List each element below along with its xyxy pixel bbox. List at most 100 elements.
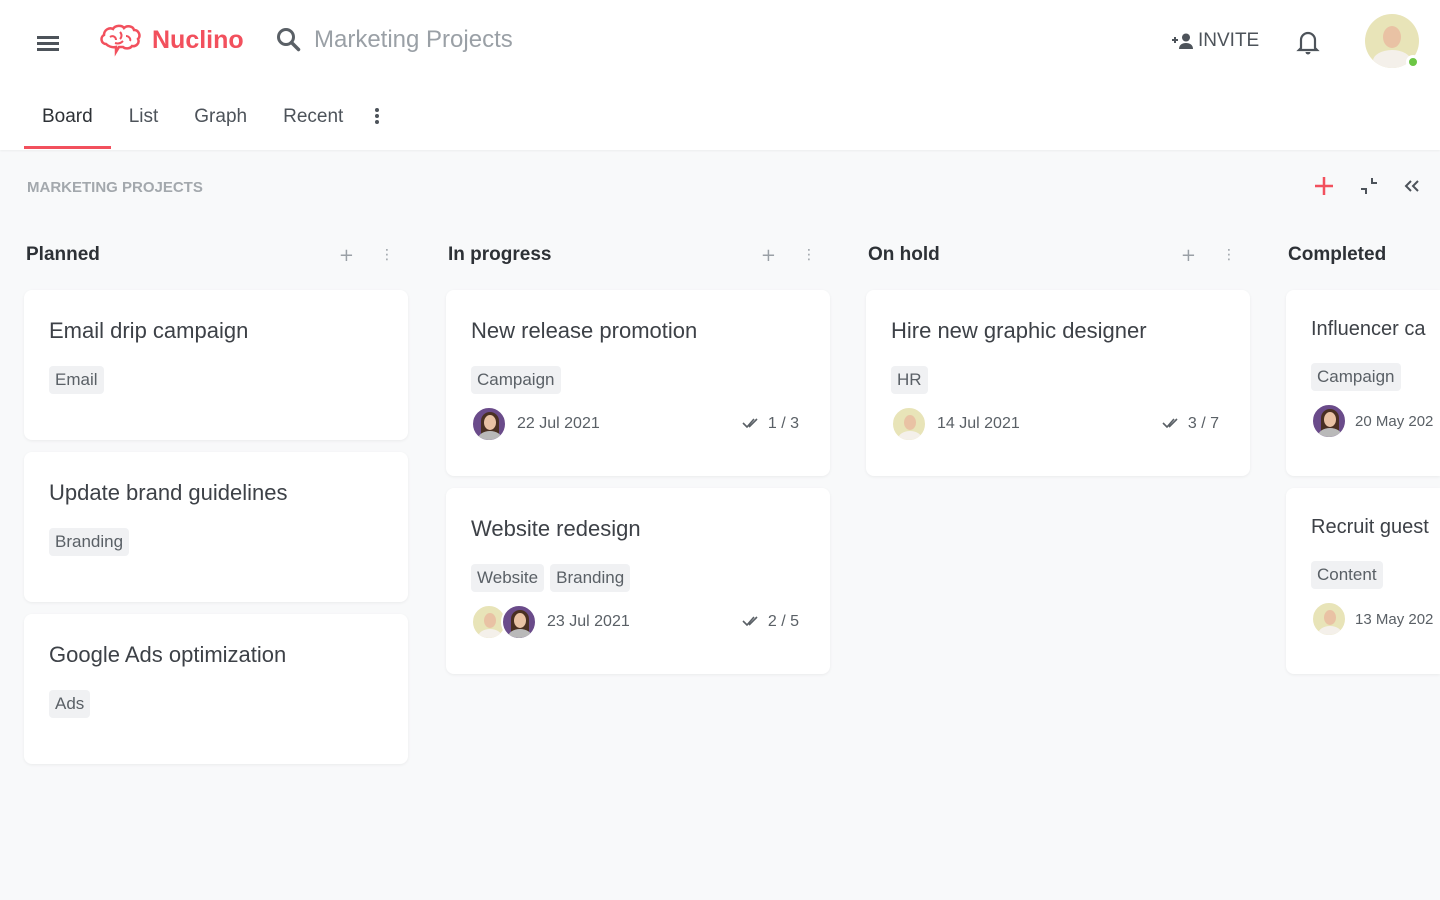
column-title: In progress — [448, 244, 552, 265]
board-column: Planned + ⋮ Email drip campaign Email Update … — [24, 240, 408, 776]
task-count: 3 / 7 — [1187, 415, 1219, 432]
tab-board[interactable]: Board — [24, 100, 111, 149]
due-date: 20 May 202 — [1355, 412, 1434, 430]
card[interactable]: Recruit guest Content 13 May 202 — [1286, 488, 1440, 674]
chevrons-left-icon[interactable] — [1404, 179, 1420, 193]
card[interactable]: Google Ads optimization Ads — [24, 614, 408, 764]
card[interactable]: Influencer ca Campaign 20 May 202 — [1286, 290, 1440, 476]
card-tags: Campaign — [471, 366, 805, 394]
tag[interactable]: Branding — [550, 564, 631, 592]
body — [478, 431, 502, 440]
board-toolbar — [1314, 176, 1420, 196]
column-header: On hold + ⋮ — [866, 240, 1250, 270]
more-tabs-icon[interactable] — [361, 100, 393, 149]
column-header: Completed — [1286, 240, 1440, 270]
column-menu-icon[interactable]: ⋮ — [802, 247, 816, 263]
card-meta: 23 Jul 2021 2 / 5 — [471, 604, 805, 640]
board-column: On hold + ⋮ Hire new graphic designer HR 14 J… — [866, 240, 1250, 488]
due-date: 22 Jul 2021 — [517, 415, 600, 432]
column-title: On hold — [868, 244, 940, 265]
card-tags: Website Branding — [471, 564, 805, 592]
card-tags: Email — [49, 366, 383, 394]
face — [514, 613, 526, 628]
tag[interactable]: Ads — [49, 690, 91, 718]
body — [508, 629, 532, 638]
task-progress: 2 / 5 — [742, 613, 799, 631]
card-title: Recruit guest — [1311, 516, 1429, 538]
due-date: 14 Jul 2021 — [937, 415, 1020, 432]
tag[interactable]: Branding — [49, 528, 130, 556]
tag[interactable]: Campaign — [1311, 363, 1401, 391]
assignee-avatar[interactable] — [1311, 403, 1347, 439]
card-tags: Branding — [49, 528, 383, 556]
card-meta: 14 Jul 2021 3 / 7 — [891, 406, 1225, 442]
card-tags: HR — [891, 366, 1225, 394]
body — [478, 629, 502, 638]
assignee-avatar[interactable] — [891, 406, 927, 442]
card[interactable]: Website redesign Website Branding 23 Jul 20… — [446, 488, 830, 674]
add-card-icon[interactable]: + — [1181, 245, 1196, 266]
breadcrumb[interactable]: MARKETING PROJECTS — [27, 179, 203, 196]
add-person-icon — [1172, 33, 1193, 49]
due-date: 23 Jul 2021 — [547, 613, 630, 630]
column-menu-icon[interactable]: ⋮ — [1222, 247, 1236, 263]
column-header: Planned + ⋮ — [24, 240, 408, 270]
tag[interactable]: HR — [891, 366, 928, 394]
column-menu-icon[interactable]: ⋮ — [380, 247, 394, 263]
collapse-icon[interactable] — [1360, 177, 1378, 195]
card-title: Hire new graphic designer — [891, 318, 1147, 343]
card-meta: 13 May 202 — [1311, 601, 1440, 637]
search-input[interactable]: Marketing Projects — [276, 26, 513, 54]
menu-icon[interactable] — [37, 33, 59, 51]
board-column: Completed Influencer ca Campaign 20 May 202… — [1286, 240, 1440, 686]
tab-recent[interactable]: Recent — [265, 100, 361, 149]
card-title: Update brand guidelines — [49, 480, 288, 505]
double-check-icon — [742, 613, 760, 631]
card[interactable]: New release promotion Campaign 22 Jul 2021… — [446, 290, 830, 476]
card-title: Website redesign — [471, 516, 641, 541]
face — [904, 415, 916, 430]
tag[interactable]: Campaign — [471, 366, 561, 394]
column-title: Completed — [1288, 244, 1387, 265]
card[interactable]: Email drip campaign Email — [24, 290, 408, 440]
board-column: In progress + ⋮ New release promotion Campai… — [446, 240, 830, 686]
user-avatar[interactable] — [1365, 14, 1420, 69]
invite-label: INVITE — [1198, 30, 1260, 51]
tab-list[interactable]: List — [111, 100, 177, 149]
invite-button[interactable]: INVITE — [1172, 30, 1259, 52]
add-card-icon[interactable]: + — [339, 245, 354, 266]
card[interactable]: Update brand guidelines Branding — [24, 452, 408, 602]
face — [1324, 610, 1336, 625]
tag[interactable]: Website — [471, 564, 545, 592]
card-tags: Content — [1311, 561, 1440, 589]
body — [1318, 428, 1342, 437]
logo[interactable]: Nuclino — [98, 22, 244, 58]
card-meta: 20 May 202 — [1311, 403, 1440, 439]
card-meta: 22 Jul 2021 1 / 3 — [471, 406, 805, 442]
double-check-icon — [742, 415, 760, 433]
face — [484, 415, 496, 430]
assignee-avatar[interactable] — [1311, 601, 1347, 637]
task-progress: 1 / 3 — [742, 415, 799, 433]
bell-icon[interactable] — [1296, 29, 1320, 55]
assignee-avatar[interactable] — [501, 604, 537, 640]
search-value: Marketing Projects — [314, 26, 513, 53]
card-title: Google Ads optimization — [49, 642, 287, 667]
tag[interactable]: Email — [49, 366, 104, 394]
due-date: 13 May 202 — [1355, 610, 1434, 628]
tag[interactable]: Content — [1311, 561, 1383, 589]
card-title: New release promotion — [471, 318, 698, 343]
online-status-dot — [1406, 55, 1420, 69]
card[interactable]: Hire new graphic designer HR 14 Jul 2021 3 … — [866, 290, 1250, 476]
face — [1324, 412, 1336, 427]
search-icon — [277, 28, 301, 52]
top-bar: Nuclino Marketing Projects INVITE Board … — [0, 0, 1440, 150]
card-title: Influencer ca — [1311, 318, 1426, 340]
card-title: Email drip campaign — [49, 318, 249, 343]
tab-graph[interactable]: Graph — [176, 100, 265, 149]
card-tags: Ads — [49, 690, 383, 718]
view-tabs: Board List Graph Recent — [24, 100, 393, 149]
add-card-icon[interactable]: + — [761, 245, 776, 266]
add-icon[interactable] — [1314, 176, 1334, 196]
assignee-avatar[interactable] — [471, 406, 507, 442]
